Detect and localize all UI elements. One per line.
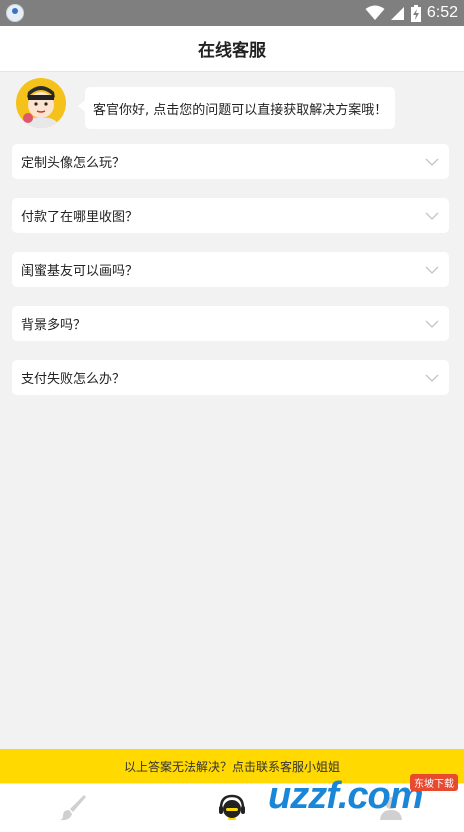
faq-item[interactable]: 支付失败怎么办？ (12, 360, 449, 395)
faq-item[interactable]: 付款了在哪里收图？ (12, 198, 449, 233)
faq-item[interactable]: 闺蜜基友可以画吗？ (12, 252, 449, 287)
greeting-text: 客官你好, 点击您的问题可以直接获取解决方案哦！ (93, 102, 388, 118)
battery-charging-icon (410, 4, 421, 22)
status-bar: 6:52 (0, 0, 464, 26)
cellular-signal-icon (390, 7, 404, 20)
faq-item[interactable]: 定制头像怎么玩？ (12, 144, 449, 179)
tab-brush[interactable] (58, 792, 88, 822)
app-notification-icon (6, 4, 24, 22)
page-title: 在线客服 (198, 41, 266, 61)
faq-question: 支付失败怎么办？ (21, 372, 126, 387)
wifi-icon (365, 5, 385, 20)
site-watermark-logo: uzzf.com 东坡下载 (268, 766, 458, 826)
watermark-text: uzzf.com (268, 774, 424, 817)
service-agent-avatar (16, 78, 66, 128)
watermark-badge: 东坡下载 (410, 774, 458, 791)
faq-question: 付款了在哪里收图？ (21, 210, 139, 225)
chevron-down-icon (425, 374, 439, 382)
chevron-down-icon (425, 212, 439, 220)
chevron-down-icon (425, 158, 439, 166)
chevron-down-icon (425, 320, 439, 328)
tab-customer-service[interactable] (217, 792, 247, 822)
faq-item[interactable]: 背景多吗？ (12, 306, 449, 341)
faq-question: 闺蜜基友可以画吗？ (21, 264, 139, 279)
faq-question: 背景多吗？ (21, 318, 87, 333)
headset-icon (219, 794, 245, 820)
faq-question: 定制头像怎么玩？ (21, 156, 126, 171)
greeting-bubble: 客官你好, 点击您的问题可以直接获取解决方案哦！ (77, 87, 396, 129)
header: 在线客服 (0, 26, 464, 72)
faq-list: 定制头像怎么玩？ 付款了在哪里收图？ 闺蜜基友可以画吗？ 背景多吗？ 支付失败怎… (12, 144, 449, 414)
brush-icon (60, 795, 86, 821)
clock: 6:52 (426, 4, 458, 21)
chevron-down-icon (425, 266, 439, 274)
